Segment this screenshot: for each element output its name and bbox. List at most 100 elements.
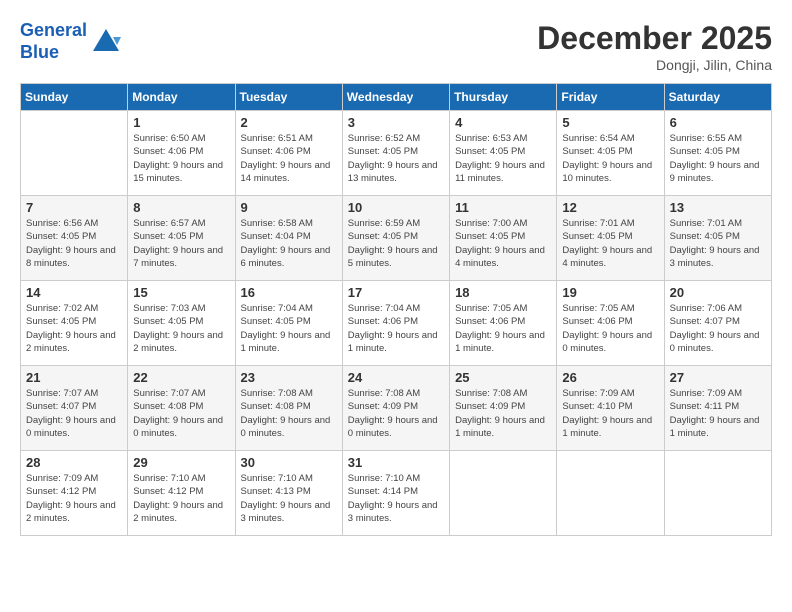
week-row-4: 21 Sunrise: 7:07 AMSunset: 4:07 PMDayligh… [21,366,772,451]
calendar-cell: 9 Sunrise: 6:58 AMSunset: 4:04 PMDaylight… [235,196,342,281]
day-number: 24 [348,370,444,385]
calendar-cell [664,451,771,536]
day-info: Sunrise: 6:52 AMSunset: 4:05 PMDaylight:… [348,132,444,185]
day-number: 16 [241,285,337,300]
calendar-cell: 27Sunrise: 7:09 AMSunset: 4:11 PMDayligh… [664,366,771,451]
day-info: Sunrise: 7:03 AMSunset: 4:05 PMDaylight:… [133,302,229,355]
day-number: 28 [26,455,122,470]
day-info: Sunrise: 6:58 AMSunset: 4:04 PMDaylight:… [241,217,337,270]
calendar-cell: 29 Sunrise: 7:10 AMSunset: 4:12 PMDayligh… [128,451,235,536]
day-number: 2 [241,115,337,130]
day-number: 5 [562,115,658,130]
title-block: December 2025 Dongji, Jilin, China [537,20,772,73]
calendar-cell: 14Sunrise: 7:02 AMSunset: 4:05 PMDayligh… [21,281,128,366]
day-info: Sunrise: 6:57 AMSunset: 4:05 PMDaylight:… [133,217,229,270]
day-number: 13 [670,200,766,215]
day-number: 19 [562,285,658,300]
day-info: Sunrise: 7:07 AMSunset: 4:07 PMDaylight:… [26,387,122,440]
calendar-cell: 28 Sunrise: 7:09 AMSunset: 4:12 PMDayligh… [21,451,128,536]
day-info: Sunrise: 7:10 AMSunset: 4:12 PMDaylight:… [133,472,229,525]
logo-text: General Blue [20,20,87,63]
calendar-cell: 20 Sunrise: 7:06 AMSunset: 4:07 PMDayligh… [664,281,771,366]
day-number: 4 [455,115,551,130]
calendar-cell: 2 Sunrise: 6:51 AMSunset: 4:06 PMDaylight… [235,111,342,196]
day-info: Sunrise: 7:05 AMSunset: 4:06 PMDaylight:… [562,302,658,355]
day-number: 6 [670,115,766,130]
day-info: Sunrise: 7:09 AMSunset: 4:12 PMDaylight:… [26,472,122,525]
calendar-cell: 5 Sunrise: 6:54 AMSunset: 4:05 PMDaylight… [557,111,664,196]
calendar-cell: 7 Sunrise: 6:56 AMSunset: 4:05 PMDaylight… [21,196,128,281]
week-row-5: 28 Sunrise: 7:09 AMSunset: 4:12 PMDayligh… [21,451,772,536]
weekday-header-friday: Friday [557,84,664,111]
day-number: 25 [455,370,551,385]
day-info: Sunrise: 7:09 AMSunset: 4:10 PMDaylight:… [562,387,658,440]
day-number: 7 [26,200,122,215]
weekday-header-wednesday: Wednesday [342,84,449,111]
day-number: 26 [562,370,658,385]
calendar-cell: 30 Sunrise: 7:10 AMSunset: 4:13 PMDayligh… [235,451,342,536]
day-info: Sunrise: 7:05 AMSunset: 4:06 PMDaylight:… [455,302,551,355]
day-info: Sunrise: 6:55 AMSunset: 4:05 PMDaylight:… [670,132,766,185]
calendar-cell: 24 Sunrise: 7:08 AMSunset: 4:09 PMDayligh… [342,366,449,451]
calendar-cell: 4Sunrise: 6:53 AMSunset: 4:05 PMDaylight… [450,111,557,196]
day-info: Sunrise: 7:06 AMSunset: 4:07 PMDaylight:… [670,302,766,355]
calendar-cell [21,111,128,196]
calendar-cell: 12 Sunrise: 7:01 AMSunset: 4:05 PMDayligh… [557,196,664,281]
day-number: 11 [455,200,551,215]
day-number: 30 [241,455,337,470]
day-info: Sunrise: 7:04 AMSunset: 4:06 PMDaylight:… [348,302,444,355]
day-info: Sunrise: 7:02 AMSunset: 4:05 PMDaylight:… [26,302,122,355]
day-number: 17 [348,285,444,300]
weekday-header-monday: Monday [128,84,235,111]
day-info: Sunrise: 7:08 AMSunset: 4:08 PMDaylight:… [241,387,337,440]
calendar-cell: 22Sunrise: 7:07 AMSunset: 4:08 PMDayligh… [128,366,235,451]
day-number: 18 [455,285,551,300]
day-number: 27 [670,370,766,385]
day-info: Sunrise: 7:01 AMSunset: 4:05 PMDaylight:… [562,217,658,270]
calendar-cell: 19 Sunrise: 7:05 AMSunset: 4:06 PMDayligh… [557,281,664,366]
calendar-cell [557,451,664,536]
day-number: 8 [133,200,229,215]
day-number: 12 [562,200,658,215]
day-number: 9 [241,200,337,215]
day-info: Sunrise: 7:10 AMSunset: 4:13 PMDaylight:… [241,472,337,525]
page-header: General Blue December 2025 Dongji, Jilin… [20,20,772,73]
weekday-header-sunday: Sunday [21,84,128,111]
calendar-cell: 31Sunrise: 7:10 AMSunset: 4:14 PMDayligh… [342,451,449,536]
location: Dongji, Jilin, China [537,57,772,73]
calendar-cell: 1Sunrise: 6:50 AMSunset: 4:06 PMDaylight… [128,111,235,196]
calendar-cell: 15 Sunrise: 7:03 AMSunset: 4:05 PMDayligh… [128,281,235,366]
calendar-cell: 18 Sunrise: 7:05 AMSunset: 4:06 PMDayligh… [450,281,557,366]
calendar-cell [450,451,557,536]
calendar-cell: 13 Sunrise: 7:01 AMSunset: 4:05 PMDayligh… [664,196,771,281]
day-info: Sunrise: 6:56 AMSunset: 4:05 PMDaylight:… [26,217,122,270]
day-info: Sunrise: 7:00 AMSunset: 4:05 PMDaylight:… [455,217,551,270]
day-number: 20 [670,285,766,300]
calendar-cell: 17 Sunrise: 7:04 AMSunset: 4:06 PMDayligh… [342,281,449,366]
weekday-header-tuesday: Tuesday [235,84,342,111]
weekday-header-thursday: Thursday [450,84,557,111]
calendar-cell: 6 Sunrise: 6:55 AMSunset: 4:05 PMDaylight… [664,111,771,196]
calendar-cell: 11 Sunrise: 7:00 AMSunset: 4:05 PMDayligh… [450,196,557,281]
day-info: Sunrise: 7:08 AMSunset: 4:09 PMDaylight:… [455,387,551,440]
day-number: 10 [348,200,444,215]
logo-icon [91,27,121,57]
week-row-1: 1Sunrise: 6:50 AMSunset: 4:06 PMDaylight… [21,111,772,196]
day-info: Sunrise: 7:01 AMSunset: 4:05 PMDaylight:… [670,217,766,270]
weekday-header-saturday: Saturday [664,84,771,111]
day-info: Sunrise: 6:59 AMSunset: 4:05 PMDaylight:… [348,217,444,270]
calendar-cell: 8 Sunrise: 6:57 AMSunset: 4:05 PMDaylight… [128,196,235,281]
weekday-header-row: SundayMondayTuesdayWednesdayThursdayFrid… [21,84,772,111]
week-row-3: 14Sunrise: 7:02 AMSunset: 4:05 PMDayligh… [21,281,772,366]
day-number: 3 [348,115,444,130]
day-number: 29 [133,455,229,470]
day-info: Sunrise: 7:08 AMSunset: 4:09 PMDaylight:… [348,387,444,440]
day-info: Sunrise: 6:54 AMSunset: 4:05 PMDaylight:… [562,132,658,185]
day-number: 15 [133,285,229,300]
day-info: Sunrise: 6:51 AMSunset: 4:06 PMDaylight:… [241,132,337,185]
day-info: Sunrise: 6:50 AMSunset: 4:06 PMDaylight:… [133,132,229,185]
calendar-table: SundayMondayTuesdayWednesdayThursdayFrid… [20,83,772,536]
week-row-2: 7 Sunrise: 6:56 AMSunset: 4:05 PMDaylight… [21,196,772,281]
day-number: 21 [26,370,122,385]
calendar-cell: 16Sunrise: 7:04 AMSunset: 4:05 PMDayligh… [235,281,342,366]
